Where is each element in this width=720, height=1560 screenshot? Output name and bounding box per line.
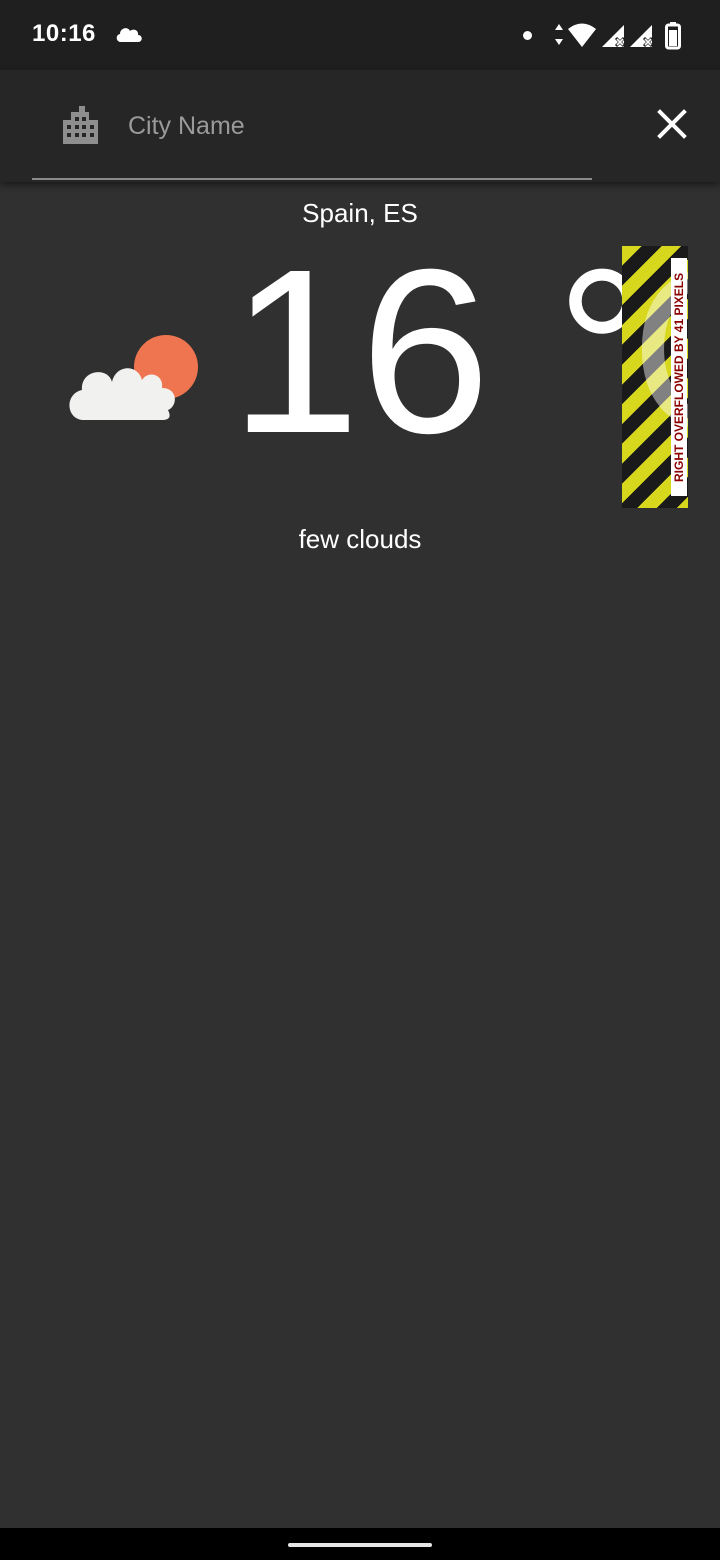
notification-dot-icon (523, 31, 532, 40)
close-icon (656, 108, 688, 145)
data-arrows-icon (555, 24, 563, 45)
city-icon (61, 106, 99, 149)
status-icons: 4 (552, 21, 692, 56)
svg-text:4: 4 (590, 35, 598, 48)
wifi-icon: 4 (568, 23, 598, 48)
few-clouds-icon (64, 330, 204, 431)
navigation-bar (0, 1528, 720, 1560)
weather-description: few clouds (298, 524, 422, 554)
temperature-container: 16 °C (230, 246, 622, 508)
overflow-warning-label: RIGHT OVERFLOWED BY 41 PIXELS (671, 258, 687, 496)
status-bar: 10:16 4 (0, 0, 720, 70)
cloud-icon (114, 24, 144, 49)
clear-search-button[interactable] (648, 102, 696, 150)
search-app-bar (0, 70, 720, 182)
battery-icon (665, 22, 681, 50)
status-time: 10:16 (32, 20, 96, 47)
signal-no-service-icon (630, 25, 654, 48)
temperature-display: 16 °C (230, 246, 622, 482)
location-label: Spain, ES (302, 198, 418, 228)
signal-no-service-icon (602, 25, 626, 48)
home-gesture-handle[interactable] (288, 1543, 432, 1547)
input-underline (32, 178, 592, 180)
city-name-input[interactable] (128, 108, 568, 144)
